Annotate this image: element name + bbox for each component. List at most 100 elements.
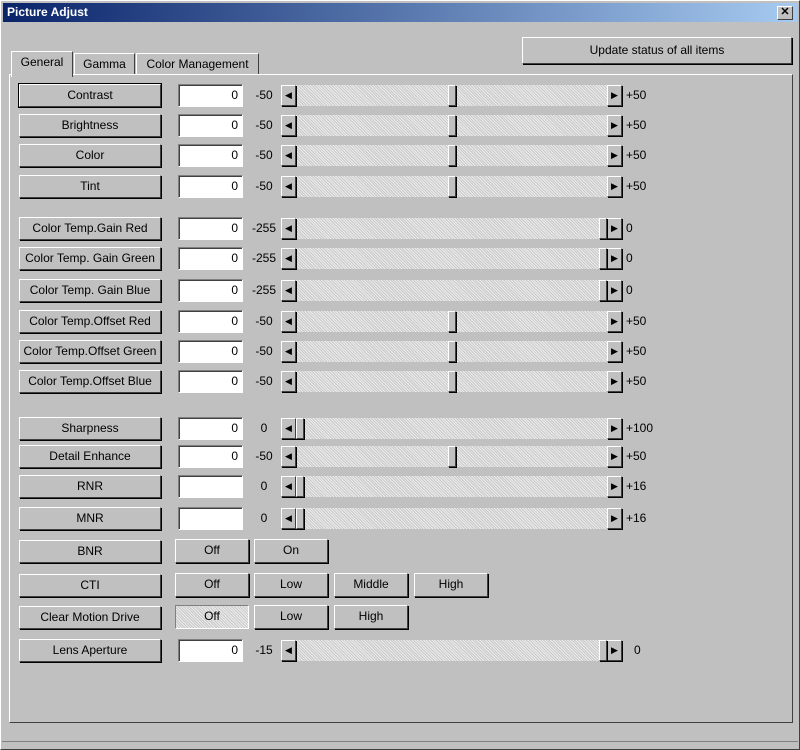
gain-green-value-field[interactable]: 0 <box>178 247 243 270</box>
brightness-slider-thumb[interactable] <box>448 115 456 136</box>
detail-enhance-slider-thumb[interactable] <box>448 446 456 467</box>
gain-red-left-arrow-icon[interactable]: ◀ <box>281 218 296 239</box>
contrast-left-arrow-icon[interactable]: ◀ <box>281 85 296 106</box>
color-left-arrow-icon[interactable]: ◀ <box>281 145 296 166</box>
rnr-left-arrow-icon[interactable]: ◀ <box>281 476 296 497</box>
gain-blue-left-arrow-icon[interactable]: ◀ <box>281 280 296 301</box>
offset-blue-label-button[interactable]: Color Temp.Offset Blue <box>19 370 161 393</box>
offset-green-right-arrow-icon[interactable]: ▶ <box>607 341 622 362</box>
contrast-value-field[interactable]: 0 <box>178 84 243 107</box>
gain-green-slider-track[interactable] <box>280 247 623 270</box>
contrast-slider-thumb[interactable] <box>448 85 456 106</box>
gain-green-right-arrow-icon[interactable]: ▶ <box>607 248 622 269</box>
contrast-label-button[interactable]: Contrast <box>18 83 162 108</box>
sharpness-left-arrow-icon[interactable]: ◀ <box>281 418 296 439</box>
gain-red-slider-track[interactable] <box>280 217 623 240</box>
rnr-label-button[interactable]: RNR <box>19 475 161 498</box>
gain-red-label-button[interactable]: Color Temp.Gain Red <box>19 217 161 240</box>
tint-label-button[interactable]: Tint <box>19 175 161 198</box>
lens-aperture-right-arrow-icon[interactable]: ▶ <box>607 640 622 661</box>
contrast-right-arrow-icon[interactable]: ▶ <box>607 85 622 106</box>
offset-green-slider-thumb[interactable] <box>448 341 456 362</box>
gain-green-left-arrow-icon[interactable]: ◀ <box>281 248 296 269</box>
color-slider-thumb[interactable] <box>448 145 456 166</box>
clear-motion-drive-label-button[interactable]: Clear Motion Drive <box>19 606 161 629</box>
offset-red-left-arrow-icon[interactable]: ◀ <box>281 311 296 332</box>
update-status-button[interactable]: Update status of all items <box>522 37 792 64</box>
mnr-slider-thumb[interactable] <box>296 508 304 529</box>
lens-aperture-value-field[interactable]: 0 <box>178 639 243 662</box>
offset-blue-left-arrow-icon[interactable]: ◀ <box>281 371 296 392</box>
mnr-value-field[interactable] <box>178 507 243 530</box>
bnr-option-off[interactable]: Off <box>175 539 249 563</box>
bnr-option-on[interactable]: On <box>254 539 328 563</box>
gain-red-slider-thumb[interactable] <box>599 218 607 239</box>
clear-motion-drive-option-low[interactable]: Low <box>254 605 328 629</box>
detail-enhance-left-arrow-icon[interactable]: ◀ <box>281 446 296 467</box>
tint-value-field[interactable]: 0 <box>178 175 243 198</box>
gain-red-value-field[interactable]: 0 <box>178 217 243 240</box>
offset-blue-slider-thumb[interactable] <box>448 371 456 392</box>
offset-blue-value-field[interactable]: 0 <box>178 370 243 393</box>
cti-option-high[interactable]: High <box>414 573 488 597</box>
brightness-left-arrow-icon[interactable]: ◀ <box>281 115 296 136</box>
mnr-right-arrow-icon[interactable]: ▶ <box>607 508 622 529</box>
rnr-slider-thumb[interactable] <box>296 476 304 497</box>
offset-red-slider-thumb[interactable] <box>448 311 456 332</box>
sharpness-slider-track[interactable] <box>280 417 623 440</box>
offset-green-value-field[interactable]: 0 <box>178 340 243 363</box>
sharpness-slider-thumb[interactable] <box>296 418 304 439</box>
sharpness-value-field[interactable]: 0 <box>178 417 243 440</box>
tab-gamma[interactable]: Gamma <box>74 53 135 75</box>
lens-aperture-label-button[interactable]: Lens Aperture <box>19 639 161 662</box>
gain-blue-slider-track[interactable] <box>280 279 623 302</box>
sharpness-right-arrow-icon[interactable]: ▶ <box>607 418 622 439</box>
gain-green-label-button[interactable]: Color Temp. Gain Green <box>19 247 161 270</box>
detail-enhance-label-button[interactable]: Detail Enhance <box>19 445 161 468</box>
brightness-value-field[interactable]: 0 <box>178 114 243 137</box>
color-right-arrow-icon[interactable]: ▶ <box>607 145 622 166</box>
tint-left-arrow-icon[interactable]: ◀ <box>281 176 296 197</box>
tint-slider-thumb[interactable] <box>448 176 456 197</box>
detail-enhance-value-field[interactable]: 0 <box>178 445 243 468</box>
gain-green-slider-thumb[interactable] <box>599 248 607 269</box>
offset-green-label-button[interactable]: Color Temp.Offset Green <box>19 340 161 363</box>
offset-red-label-button[interactable]: Color Temp.Offset Red <box>19 310 161 333</box>
rnr-value-field[interactable] <box>178 475 243 498</box>
rnr-slider-track[interactable] <box>280 475 623 498</box>
gain-blue-slider-thumb[interactable] <box>599 280 607 301</box>
lens-aperture-slider-track[interactable] <box>280 639 623 662</box>
tab-color-management[interactable]: Color Management <box>136 53 259 75</box>
brightness-right-arrow-icon[interactable]: ▶ <box>607 115 622 136</box>
offset-red-value-field[interactable]: 0 <box>178 310 243 333</box>
lens-aperture-slider-thumb[interactable] <box>599 640 607 661</box>
close-icon[interactable]: ✕ <box>777 6 793 20</box>
mnr-slider-track[interactable] <box>280 507 623 530</box>
detail-enhance-right-arrow-icon[interactable]: ▶ <box>607 446 622 467</box>
gain-red-right-arrow-icon[interactable]: ▶ <box>607 218 622 239</box>
gain-blue-label-button[interactable]: Color Temp. Gain Blue <box>19 279 161 302</box>
brightness-label-button[interactable]: Brightness <box>19 114 161 137</box>
offset-red-right-arrow-icon[interactable]: ▶ <box>607 311 622 332</box>
bnr-label-button[interactable]: BNR <box>19 540 161 563</box>
sharpness-label-button[interactable]: Sharpness <box>19 417 161 440</box>
cti-option-low[interactable]: Low <box>254 573 328 597</box>
mnr-label-button[interactable]: MNR <box>19 507 161 530</box>
cti-option-off[interactable]: Off <box>175 573 249 597</box>
offset-green-left-arrow-icon[interactable]: ◀ <box>281 341 296 362</box>
rnr-right-arrow-icon[interactable]: ▶ <box>607 476 622 497</box>
offset-blue-right-arrow-icon[interactable]: ▶ <box>607 371 622 392</box>
gain-blue-right-arrow-icon[interactable]: ▶ <box>607 280 622 301</box>
tab-general[interactable]: General <box>11 51 73 77</box>
gain-blue-value-field[interactable]: 0 <box>178 279 243 302</box>
tint-right-arrow-icon[interactable]: ▶ <box>607 176 622 197</box>
clear-motion-drive-option-off[interactable]: Off <box>175 605 249 629</box>
lens-aperture-left-arrow-icon[interactable]: ◀ <box>281 640 296 661</box>
color-label-button[interactable]: Color <box>19 144 161 167</box>
mnr-left-arrow-icon[interactable]: ◀ <box>281 508 296 529</box>
contrast-min-label: -50 <box>255 88 273 102</box>
clear-motion-drive-option-high[interactable]: High <box>334 605 408 629</box>
cti-option-middle[interactable]: Middle <box>334 573 408 597</box>
color-value-field[interactable]: 0 <box>178 144 243 167</box>
cti-label-button[interactable]: CTI <box>19 574 161 597</box>
